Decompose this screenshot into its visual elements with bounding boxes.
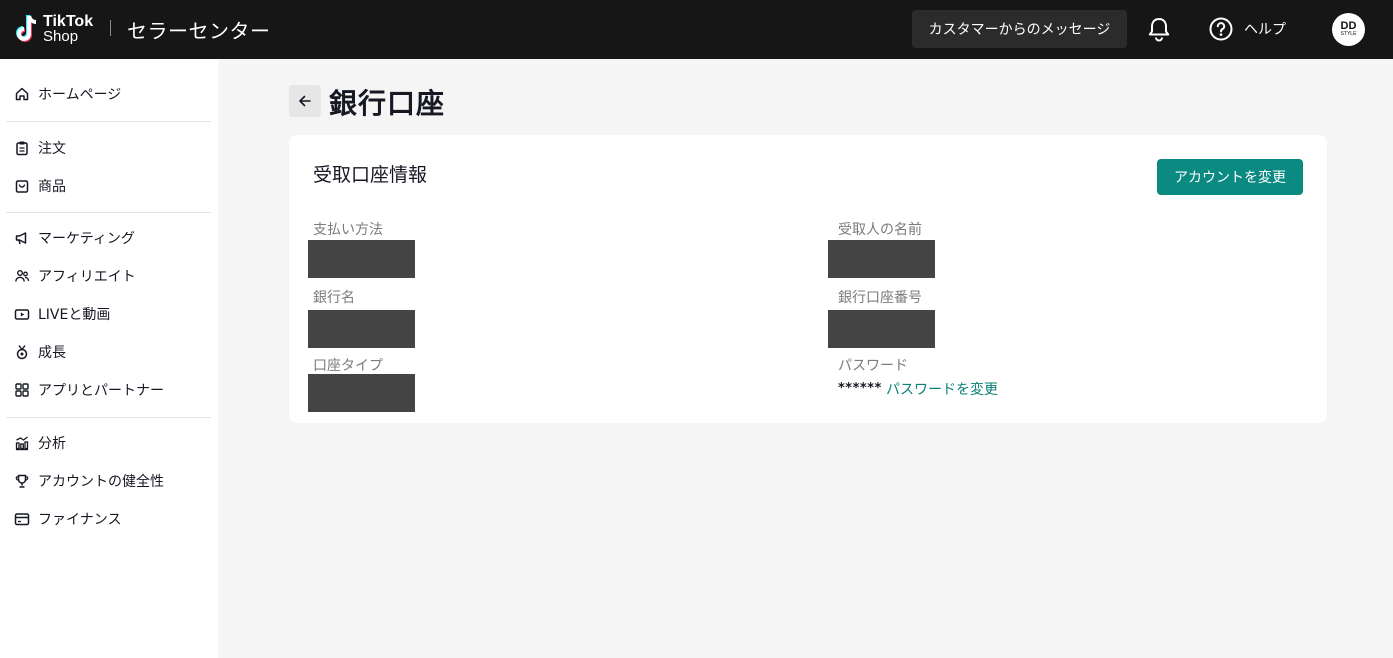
- sidebar-item-live-video[interactable]: LIVEと動画: [14, 303, 110, 325]
- back-button[interactable]: [289, 85, 321, 117]
- account-type-value-redacted: [308, 374, 415, 412]
- sidebar-item-label: アカウントの健全性: [38, 474, 164, 490]
- sidebar: ホームページ 注文 商品 マーケティング アフィリエイト LIVEと動画 成長 …: [0, 59, 218, 658]
- change-account-button[interactable]: アカウントを変更: [1157, 159, 1303, 195]
- header-divider: [110, 20, 111, 36]
- video-icon: [14, 309, 30, 320]
- sidebar-item-finance[interactable]: ファイナンス: [14, 508, 121, 530]
- receiving-account-card: 受取口座情報 アカウントを変更 支払い方法 銀行名 口座タイプ 受取人の名前 銀…: [289, 135, 1327, 423]
- clipboard-icon: [16, 141, 28, 156]
- password-label: パスワード: [838, 358, 908, 374]
- sidebar-item-orders[interactable]: 注文: [14, 137, 66, 159]
- wallet-icon: [14, 513, 30, 526]
- account-number-label: 銀行口座番号: [838, 290, 922, 306]
- question-circle-icon: [1209, 17, 1233, 41]
- top-bar: TikTok Shop セラーセンター カスタマーからのメッセージ ヘルプ DD…: [0, 0, 1393, 59]
- customer-messages-button[interactable]: カスタマーからのメッセージ: [912, 10, 1127, 48]
- account-type-label: 口座タイプ: [313, 358, 383, 374]
- bar-chart-icon: [15, 436, 29, 451]
- sidebar-item-growth[interactable]: 成長: [14, 341, 66, 363]
- avatar-subtext: STYLE: [1340, 31, 1357, 37]
- logo-line2: Shop: [43, 28, 79, 45]
- sidebar-item-label: 分析: [38, 436, 66, 452]
- recipient-name-value-redacted: [828, 240, 935, 278]
- sidebar-item-label: 注文: [38, 141, 66, 157]
- payment-method-value-redacted: [308, 240, 415, 278]
- bell-icon[interactable]: [1146, 16, 1172, 42]
- help-link[interactable]: ヘルプ: [1208, 16, 1286, 42]
- logo-line1: TikTok: [43, 13, 94, 30]
- card-title: 受取口座情報: [313, 164, 428, 186]
- avatar[interactable]: DD STYLE: [1332, 13, 1365, 46]
- home-icon: [15, 87, 29, 101]
- password-masked-value: ******: [838, 381, 882, 396]
- logo-text: TikTok Shop: [43, 13, 94, 45]
- sidebar-item-products[interactable]: 商品: [14, 175, 66, 197]
- sidebar-item-label: ファイナンス: [38, 512, 122, 528]
- sidebar-item-label: アフィリエイト: [38, 269, 136, 285]
- app-title: セラーセンター: [127, 19, 271, 43]
- sidebar-item-account-health[interactable]: アカウントの健全性: [14, 470, 164, 492]
- sidebar-item-marketing[interactable]: マーケティング: [14, 227, 135, 249]
- sidebar-item-label: LIVEと動画: [38, 307, 111, 323]
- help-label: ヘルプ: [1244, 22, 1286, 38]
- bank-name-label: 銀行名: [313, 290, 355, 306]
- medal-icon: [16, 345, 28, 360]
- sidebar-item-analytics[interactable]: 分析: [14, 432, 66, 454]
- sidebar-item-affiliate[interactable]: アフィリエイト: [14, 265, 136, 287]
- apps-grid-icon: [15, 383, 29, 397]
- sidebar-item-label: ホームページ: [38, 87, 122, 103]
- bank-name-value-redacted: [308, 310, 415, 348]
- change-password-link[interactable]: パスワードを変更: [886, 379, 998, 399]
- shopping-bag-icon: [15, 180, 29, 193]
- sidebar-divider: [6, 212, 211, 213]
- payment-method-label: 支払い方法: [313, 222, 383, 238]
- sidebar-item-label: 商品: [38, 179, 66, 195]
- tiktok-note-icon: [16, 15, 37, 42]
- sidebar-item-label: アプリとパートナー: [38, 383, 164, 399]
- megaphone-icon: [15, 232, 27, 245]
- sidebar-divider: [6, 121, 211, 122]
- sidebar-divider: [6, 417, 211, 418]
- sidebar-item-label: 成長: [38, 345, 66, 361]
- people-icon: [15, 270, 30, 282]
- page-title: 銀行口座: [329, 87, 446, 120]
- sidebar-item-apps-partners[interactable]: アプリとパートナー: [14, 379, 164, 401]
- tiktok-shop-logo[interactable]: TikTok Shop: [14, 12, 93, 46]
- account-number-value-redacted: [828, 310, 935, 348]
- trophy-icon: [15, 474, 29, 488]
- arrow-left-icon: [299, 95, 311, 107]
- sidebar-item-home[interactable]: ホームページ: [14, 83, 121, 105]
- sidebar-item-label: マーケティング: [38, 231, 135, 247]
- recipient-name-label: 受取人の名前: [838, 222, 922, 238]
